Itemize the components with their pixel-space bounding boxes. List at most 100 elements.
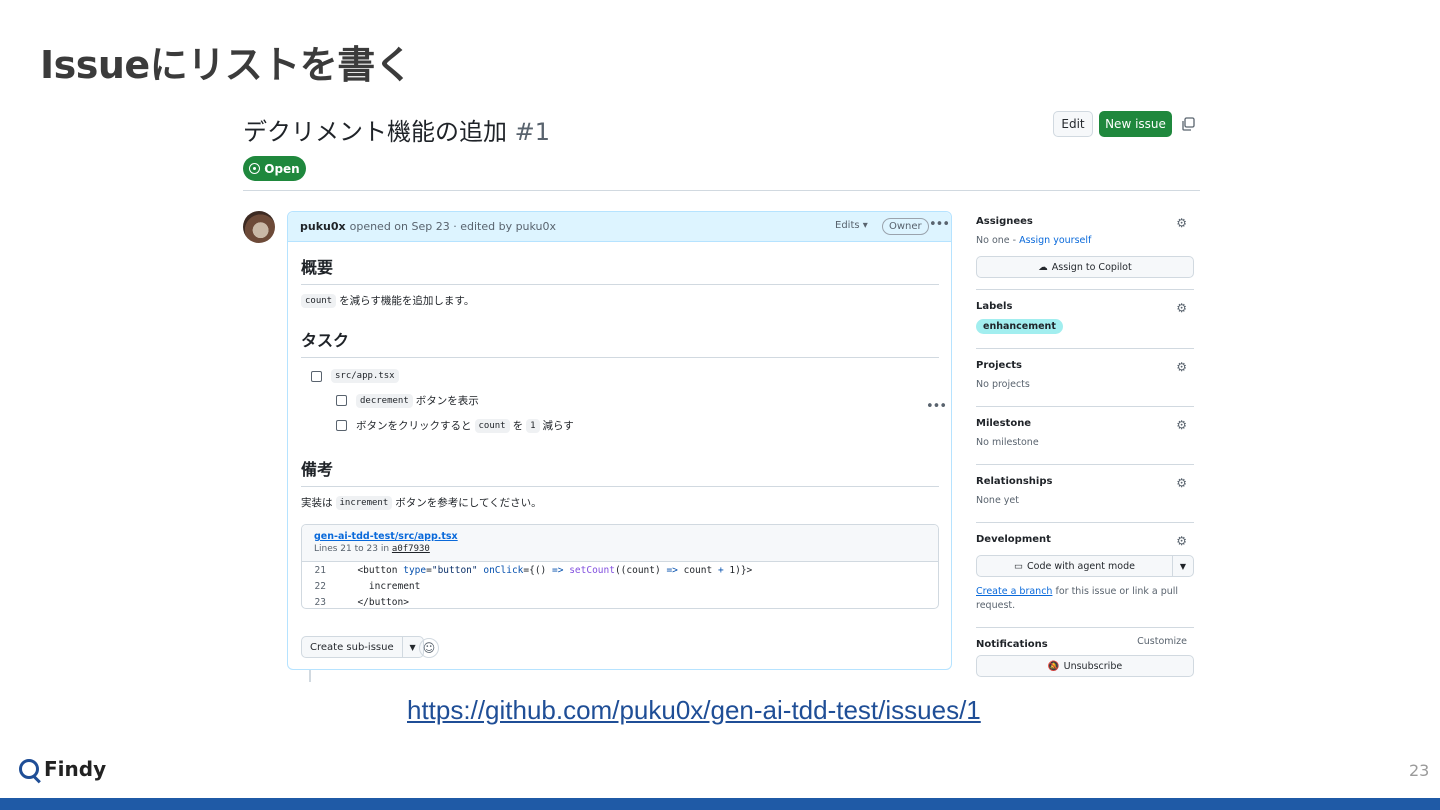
label-enhancement[interactable]: enhancement (976, 319, 1063, 334)
sidebar-divider (976, 522, 1194, 523)
findy-logo-text: Findy (44, 757, 107, 781)
code-token: => (666, 564, 678, 576)
projects-title: Projects (976, 360, 1023, 371)
code-line: 23 </button> (302, 594, 938, 608)
code-with-agent-label: Code with agent mode (1027, 560, 1135, 572)
assignees-value: No one - Assign yourself (976, 235, 1194, 246)
notifications-section: Notifications Customize 🔕 Unsubscribe (976, 636, 1194, 677)
inline-code: decrement (356, 393, 413, 408)
notes-line: 実装は increment ボタンを参考にしてください。 (301, 495, 542, 510)
create-sub-issue-button[interactable]: Create sub-issue ▼ (301, 636, 424, 658)
permalink-file-link[interactable]: gen-ai-tdd-test/src/app.tsx (314, 531, 926, 542)
permalink-header: gen-ai-tdd-test/src/app.tsx Lines 21 to … (302, 525, 938, 562)
owner-badge: Owner (882, 218, 929, 235)
permalink-lines: Lines 21 to 23 in a0f7930 (314, 544, 926, 554)
timeline-line (309, 668, 311, 682)
gear-icon[interactable]: ⚙ (1176, 418, 1187, 432)
assignees-none: No one - (976, 235, 1020, 246)
relationships-value: None yet (976, 495, 1019, 506)
avatar[interactable] (243, 211, 275, 243)
code-token: "button" (431, 564, 478, 576)
edits-dropdown[interactable]: Edits ▾ (835, 220, 868, 231)
inline-code: increment (335, 495, 393, 510)
copilot-icon: ☁ (1038, 261, 1048, 273)
sidebar-divider (976, 627, 1194, 628)
slide-title: Issueにリストを書く (40, 43, 413, 87)
milestone-value: No milestone (976, 437, 1039, 448)
sidebar-divider (976, 348, 1194, 349)
comment-menu-icon[interactable]: ••• (929, 217, 950, 232)
commit-sha-link[interactable]: a0f7930 (392, 544, 430, 554)
unsubscribe-button[interactable]: 🔕 Unsubscribe (976, 655, 1194, 677)
task-checkbox[interactable] (311, 370, 322, 382)
task-checkbox[interactable] (336, 395, 347, 406)
relationships-section: Relationships ⚙ None yet (976, 476, 1194, 506)
code-with-agent-mode-button[interactable]: ▭ Code with agent mode ▼ (976, 555, 1194, 577)
edit-button[interactable]: Edit (1053, 111, 1093, 137)
chevron-down-icon[interactable]: ▼ (1173, 556, 1193, 576)
gear-icon[interactable]: ⚙ (1176, 360, 1187, 374)
code-token: count (677, 564, 718, 576)
page-number: 23 (1409, 761, 1430, 780)
relationships-title: Relationships (976, 476, 1053, 487)
github-issue-screenshot: デクリメント機能の追加 #1 Edit New issue Open puku0… (243, 108, 1200, 683)
notes-text: ボタンを参考にしてください。 (395, 497, 542, 509)
task-text: ボタンを表示 (415, 395, 479, 407)
comment-author[interactable]: puku0x (300, 220, 346, 233)
code-with-agent-main[interactable]: ▭ Code with agent mode (977, 556, 1173, 576)
create-sub-issue-label[interactable]: Create sub-issue (302, 637, 403, 657)
copy-icon[interactable] (1180, 116, 1196, 132)
development-value: Create a branch for this issue or link a… (976, 585, 1194, 613)
task-menu-icon[interactable]: ••• (926, 399, 947, 414)
sidebar-divider (976, 406, 1194, 407)
customize-link[interactable]: Customize (1137, 636, 1187, 647)
labels-title: Labels (976, 301, 1013, 312)
gear-icon[interactable]: ⚙ (1176, 476, 1187, 490)
smiley-icon[interactable]: ☺ (419, 638, 439, 658)
milestone-title: Milestone (976, 418, 1032, 429)
line-number: 21 (314, 564, 326, 576)
new-issue-button[interactable]: New issue (1099, 111, 1172, 137)
create-branch-link[interactable]: Create a branch (976, 586, 1052, 597)
inline-code: src/app.tsx (331, 369, 399, 383)
code-line: 21 <button type = "button" onClick ={() => … (302, 562, 938, 578)
inline-code: count (301, 293, 337, 308)
gear-icon[interactable]: ⚙ (1176, 216, 1187, 230)
issue-number: #1 (514, 118, 551, 146)
tasks-heading: タスク (301, 327, 939, 358)
task-checkbox[interactable] (336, 420, 347, 431)
code-token: onClick (483, 564, 524, 576)
findy-logo: Findy (19, 757, 106, 781)
assign-yourself-link[interactable]: Assign yourself (1019, 235, 1091, 246)
code-line: 22 increment (302, 578, 938, 594)
code-token: setCount (569, 564, 615, 576)
notes-heading: 備考 (301, 456, 939, 487)
notes-text: 実装は (301, 497, 333, 509)
task-item: ボタンをクリックすると count を 1 減らす (336, 418, 574, 433)
assign-to-copilot-button[interactable]: ☁ Assign to Copilot (976, 256, 1194, 278)
laptop-icon: ▭ (1014, 560, 1024, 572)
issue-comment: puku0x opened on Sep 23 · edited by puku… (287, 211, 952, 670)
comment-header: puku0x opened on Sep 23 · edited by puku… (288, 212, 951, 242)
projects-value: No projects (976, 379, 1030, 390)
assign-to-copilot-label: Assign to Copilot (1051, 261, 1132, 273)
development-title: Development (976, 534, 1051, 545)
inline-code: 1 (526, 418, 540, 433)
status-badge: Open (243, 156, 306, 181)
task-item: src/app.tsx (311, 369, 399, 383)
gear-icon[interactable]: ⚙ (1176, 301, 1187, 315)
task-text: を (512, 420, 524, 432)
issue-url-link[interactable]: https://github.com/puku0x/gen-ai-tdd-tes… (407, 695, 981, 726)
task-text: ボタンをクリックすると (356, 420, 472, 432)
labels-section: Labels ⚙ enhancement (976, 301, 1194, 334)
header-divider (243, 190, 1200, 191)
unsubscribe-label: Unsubscribe (1063, 660, 1123, 672)
line-number: 23 (314, 596, 326, 608)
issue-title: デクリメント機能の追加 #1 (243, 112, 550, 147)
inline-code: count (474, 418, 510, 433)
gear-icon[interactable]: ⚙ (1176, 534, 1187, 548)
overview-heading: 概要 (301, 254, 939, 285)
bell-slash-icon: 🔕 (1047, 660, 1060, 672)
task-text: 減らす (542, 420, 574, 432)
